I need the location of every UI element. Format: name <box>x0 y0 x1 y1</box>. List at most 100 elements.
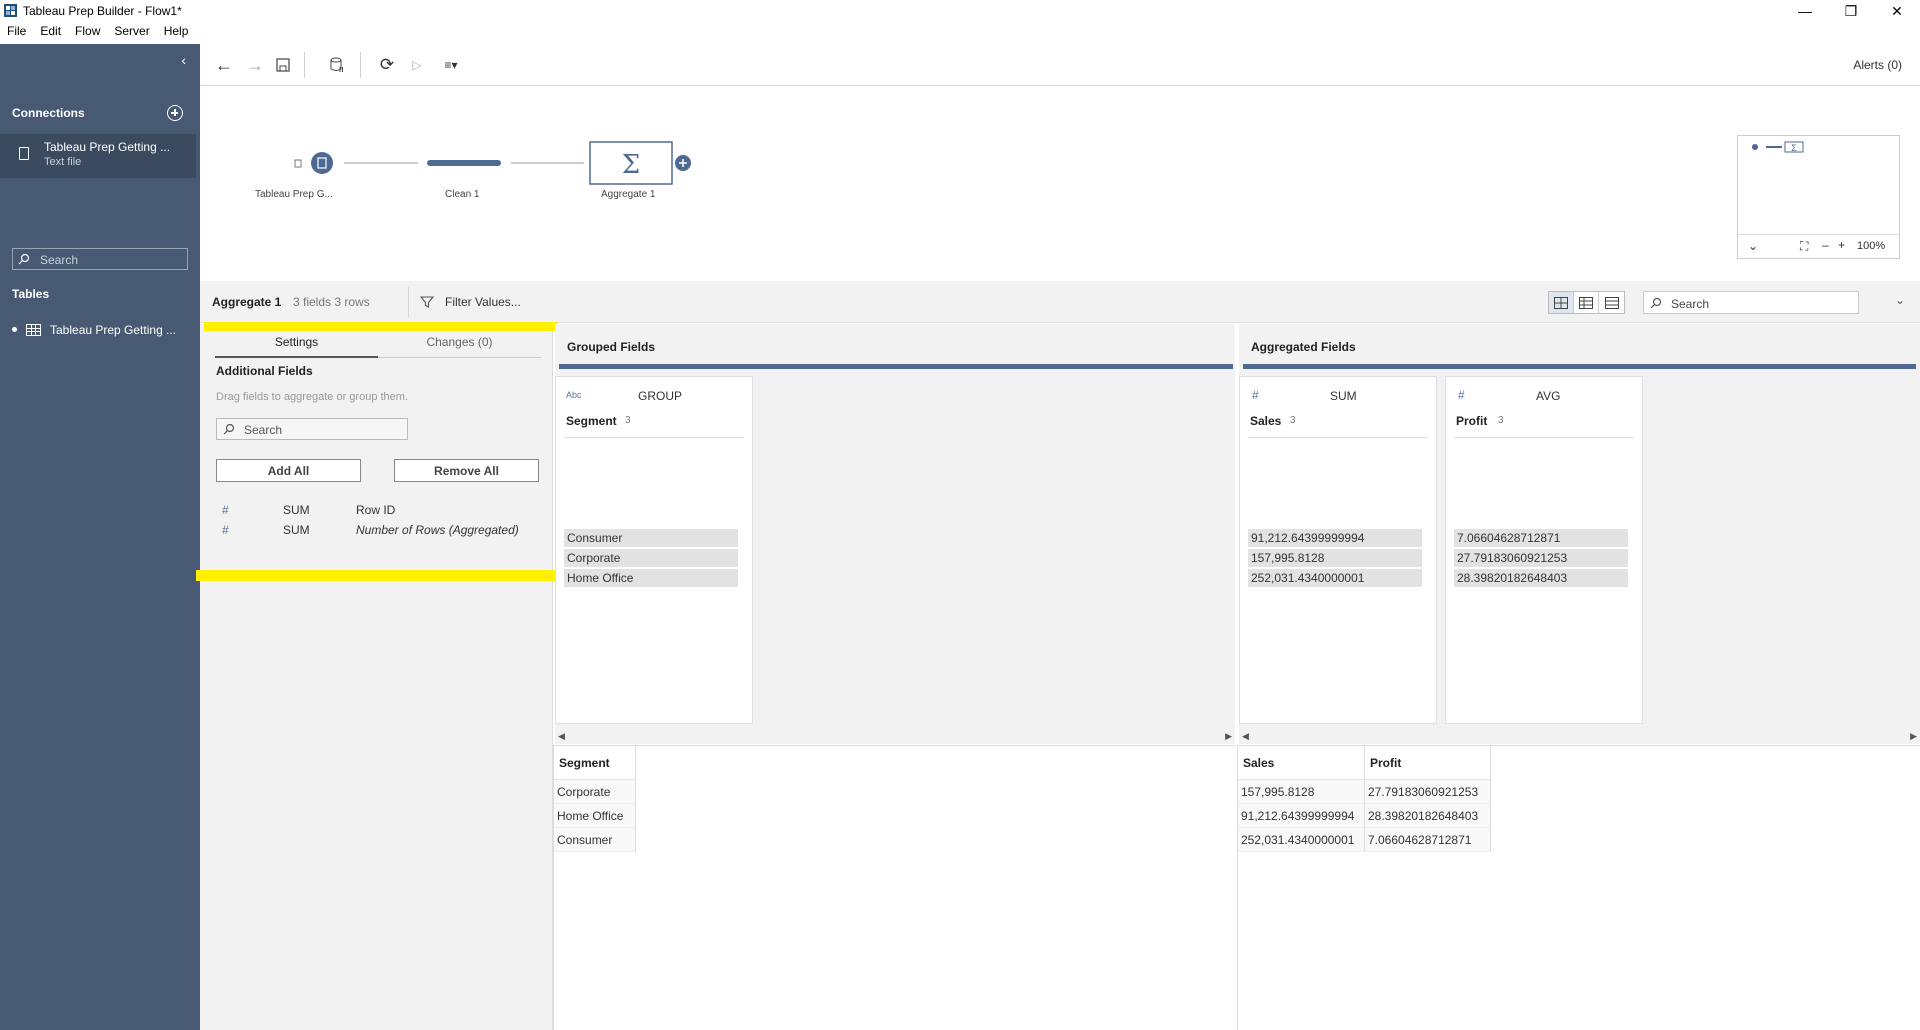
grouped-fields-title: Grouped Fields <box>567 340 656 354</box>
card-value[interactable]: 91,212.64399999994 <box>1248 529 1422 547</box>
window-title: Tableau Prep Builder - Flow1* <box>23 4 182 18</box>
grid-cell[interactable]: 157,995.8128 <box>1238 780 1364 804</box>
grid-cell[interactable]: 91,212.64399999994 <box>1238 804 1364 828</box>
table-view-icon[interactable] <box>1574 292 1599 313</box>
minimize-icon[interactable]: — <box>1782 0 1828 22</box>
chevron-down-icon[interactable]: ⌄ <box>1748 239 1758 253</box>
zoom-in-icon[interactable]: + <box>1838 238 1845 252</box>
grid-header[interactable]: Sales <box>1238 746 1364 780</box>
card-value[interactable]: Corporate <box>564 549 738 567</box>
svg-text:Σ: Σ <box>622 150 640 180</box>
filter-values-button[interactable]: Filter Values... <box>445 295 521 309</box>
card-value[interactable]: 28.39820182648403 <box>1454 569 1628 587</box>
step-meta: 3 fields 3 rows <box>293 295 370 309</box>
connection-item[interactable]: Tableau Prep Getting ... Text file <box>0 134 196 178</box>
card-divider <box>1248 437 1428 438</box>
aggregated-scrollbar[interactable]: ◀ ▶ <box>1239 730 1920 744</box>
collapse-sidebar-icon[interactable]: ‹ <box>181 52 186 68</box>
aggregated-data-grid: Sales 157,995.8128 91,212.64399999994 25… <box>1237 745 1920 1030</box>
search-icon <box>18 253 30 265</box>
flow-node-label[interactable]: Aggregate 1 <box>601 189 656 200</box>
undo-icon[interactable]: ← <box>213 54 235 76</box>
search-icon <box>1650 297 1662 309</box>
card-value[interactable]: 7.06604628712871 <box>1454 529 1628 547</box>
grid-header[interactable]: Profit <box>1365 746 1490 780</box>
field-name: Number of Rows (Aggregated) <box>356 523 519 537</box>
menu-file[interactable]: File <box>0 24 33 42</box>
add-all-button[interactable]: Add All <box>216 459 361 482</box>
grouped-fields-panel: Grouped Fields Abc GROUP Segment 3 Consu… <box>555 324 1235 744</box>
field-card-profit[interactable]: # AVG Profit 3 7.06604628712871 27.79183… <box>1445 376 1643 724</box>
string-type-icon: Abc <box>566 390 582 400</box>
card-divider <box>1454 437 1634 438</box>
card-aggregation[interactable]: AVG <box>1536 389 1560 403</box>
save-icon[interactable] <box>272 54 294 76</box>
card-aggregation[interactable]: GROUP <box>638 389 682 403</box>
profile-view-icon[interactable] <box>1549 292 1574 313</box>
menu-help[interactable]: Help <box>157 24 196 42</box>
data-sample-icon[interactable] <box>326 54 348 76</box>
search-placeholder: Search <box>40 253 79 267</box>
view-toggle <box>1548 291 1625 314</box>
sidebar-search-input[interactable]: Search <box>12 248 188 270</box>
connection-type: Text file <box>44 156 82 168</box>
settings-dropdown-icon[interactable]: ≡▾ <box>436 54 466 76</box>
remove-all-button[interactable]: Remove All <box>394 459 539 482</box>
restore-icon[interactable]: ❐ <box>1828 0 1874 22</box>
additional-field-row[interactable]: # SUM Row ID <box>216 501 546 519</box>
close-icon[interactable]: ✕ <box>1874 0 1920 22</box>
menu-flow[interactable]: Flow <box>68 24 107 42</box>
run-flow-icon[interactable]: ▷ <box>406 54 428 76</box>
card-value[interactable]: 157,995.8128 <box>1248 549 1422 567</box>
refresh-icon[interactable]: ⟳ <box>376 54 398 76</box>
card-value[interactable]: Consumer <box>564 529 738 547</box>
card-field-name: Sales <box>1250 414 1282 428</box>
flow-node-label[interactable]: Tableau Prep G... <box>255 189 333 200</box>
svg-text:Σ: Σ <box>1791 143 1797 153</box>
step-search-input[interactable]: Search <box>1643 291 1859 314</box>
field-card-sales[interactable]: # SUM Sales 3 91,212.64399999994 157,995… <box>1239 376 1437 724</box>
tableau-logo-icon <box>4 4 17 17</box>
add-connection-icon[interactable] <box>167 105 183 121</box>
menu-server[interactable]: Server <box>107 24 156 42</box>
table-item[interactable]: Tableau Prep Getting ... <box>12 321 200 339</box>
redo-icon[interactable]: → <box>244 54 266 76</box>
flow-minimap[interactable]: Σ ⌄ ⛶ – + 100% <box>1737 135 1900 259</box>
grid-cell[interactable]: Corporate <box>554 780 635 804</box>
grouped-scrollbar[interactable]: ◀ ▶ <box>555 730 1235 744</box>
fields-search-input[interactable]: Search <box>216 418 408 440</box>
tab-changes[interactable]: Changes (0) <box>378 332 541 358</box>
additional-fields-hint: Drag fields to aggregate or group them. <box>216 391 409 403</box>
grid-cell[interactable]: Consumer <box>554 828 635 852</box>
alerts-button[interactable]: Alerts (0) <box>1853 58 1902 72</box>
card-value[interactable]: 27.79183060921253 <box>1454 549 1628 567</box>
grid-header[interactable]: Segment <box>554 746 635 780</box>
list-view-icon[interactable] <box>1599 292 1624 313</box>
minimap-preview: Σ <box>1752 141 1804 153</box>
additional-field-row[interactable]: # SUM Number of Rows (Aggregated) <box>216 521 546 539</box>
additional-fields-header: Additional Fields <box>216 364 313 378</box>
fit-view-icon[interactable]: ⛶ <box>1800 239 1808 254</box>
menu-edit[interactable]: Edit <box>33 24 68 42</box>
title-bar: Tableau Prep Builder - Flow1* — ❐ ✕ <box>0 0 1920 22</box>
zoom-out-icon[interactable]: – <box>1822 238 1829 252</box>
connection-name: Tableau Prep Getting ... <box>44 140 171 154</box>
zoom-level: 100% <box>1857 240 1886 252</box>
tab-settings[interactable]: Settings <box>215 332 378 358</box>
card-value[interactable]: 252,031.4340000001 <box>1248 569 1422 587</box>
grid-cell[interactable]: 252,031.4340000001 <box>1238 828 1364 852</box>
card-aggregation[interactable]: SUM <box>1330 389 1357 403</box>
card-value[interactable]: Home Office <box>564 569 738 587</box>
grid-cell[interactable]: 27.79183060921253 <box>1365 780 1490 804</box>
grid-cell[interactable]: 28.39820182648403 <box>1365 804 1490 828</box>
field-card-segment[interactable]: Abc GROUP Segment 3 Consumer Corporate H… <box>555 376 753 724</box>
flow-canvas[interactable]: Σ Tableau Prep G... Clean 1 Aggregate 1 <box>200 87 1920 280</box>
grid-cell[interactable]: 7.06604628712871 <box>1365 828 1490 852</box>
aggregated-fields-panel: Aggregated Fields # SUM Sales 3 91,212.6… <box>1239 324 1920 744</box>
grid-cell[interactable]: Home Office <box>554 804 635 828</box>
flow-node-label[interactable]: Clean 1 <box>445 189 479 200</box>
card-divider <box>564 437 744 438</box>
chevron-down-icon[interactable]: ⌄ <box>1895 293 1905 307</box>
toolbar: ← → ⟳ ▷ ≡▾ Alerts (0) <box>200 44 1920 86</box>
connections-sidebar: ‹ Connections Tableau Prep Getting ... T… <box>0 44 200 1030</box>
